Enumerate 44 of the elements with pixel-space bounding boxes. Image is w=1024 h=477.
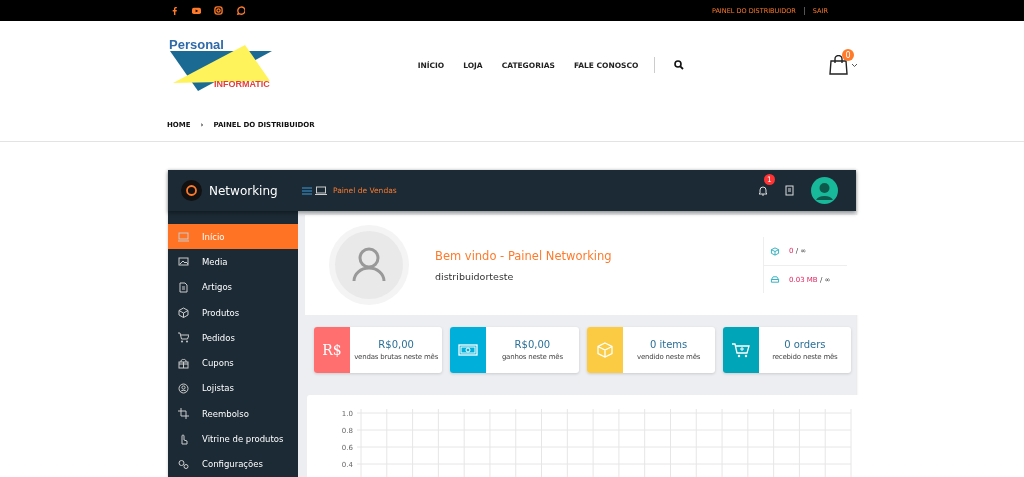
search-icon[interactable] — [674, 60, 685, 70]
sidebar-item-icon — [178, 256, 189, 268]
username: distribuidorteste — [435, 270, 515, 282]
cube-icon — [770, 246, 780, 256]
cart-icon — [730, 342, 751, 358]
banknote-icon — [458, 342, 479, 358]
sidebar-item-icon — [178, 408, 189, 420]
sidebar-item[interactable]: Cupons — [168, 350, 298, 376]
currency-symbol: R$ — [322, 342, 342, 358]
stat-value: R$0,00 — [378, 339, 414, 350]
stat-value: 0 items — [649, 339, 688, 350]
cart-count-badge: 0 — [842, 49, 854, 61]
welcome-title: Bem vindo - Painel Networking — [435, 248, 612, 263]
shopping-bag-icon[interactable] — [829, 55, 848, 75]
sidebar-item[interactable]: Reembolso — [168, 401, 298, 427]
brand-logo-icon — [181, 180, 202, 201]
sidebar-item[interactable]: Artigos — [168, 274, 298, 300]
sidebar-item-icon — [178, 332, 189, 344]
sidebar-item-icon — [178, 231, 189, 243]
sidebar-item-icon — [178, 307, 189, 319]
instagram-icon[interactable] — [214, 6, 223, 15]
chevron-down-icon[interactable] — [851, 62, 858, 68]
brand-name: Networking — [209, 183, 279, 198]
sidebar-item-icon — [178, 281, 189, 293]
stat-value: 0 orders — [784, 339, 826, 350]
laptop-icon — [315, 186, 327, 195]
whatsapp-icon[interactable] — [236, 6, 245, 15]
sidebar-item-icon — [178, 382, 189, 394]
notification-bell-icon[interactable] — [758, 185, 768, 196]
sidebar-item[interactable]: Pedidos — [168, 325, 298, 351]
youtube-icon[interactable] — [192, 6, 201, 15]
facebook-icon[interactable] — [170, 6, 179, 15]
cube-icon — [594, 342, 615, 358]
sidebar-item[interactable]: Lojistas — [168, 375, 298, 402]
sidebar-item-icon — [178, 357, 189, 369]
sidebar-item[interactable]: Vitrine de produtos — [168, 426, 298, 452]
document-icon[interactable] — [785, 185, 794, 196]
sidebar-item-icon — [178, 458, 189, 470]
sidebar-item[interactable]: Media — [168, 249, 298, 275]
user-avatar[interactable] — [811, 177, 838, 204]
sidebar-item-icon — [178, 433, 189, 445]
sidebar-item[interactable]: Configurações — [168, 451, 298, 477]
stat-value: R$0,00 — [514, 339, 551, 350]
sidebar-item[interactable]: Produtos — [168, 299, 298, 326]
